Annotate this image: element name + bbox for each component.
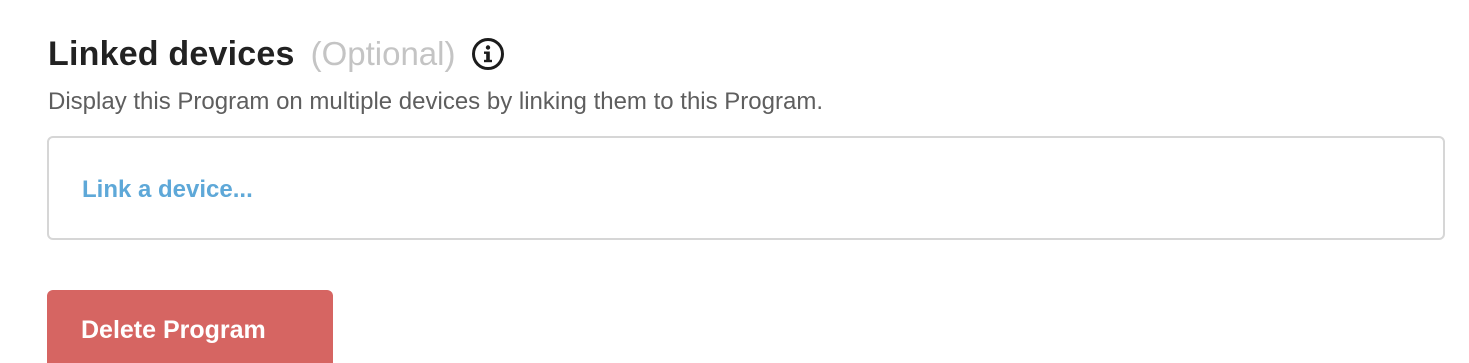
- delete-program-button[interactable]: Delete Program: [47, 290, 333, 363]
- section-title: Linked devices: [48, 34, 295, 73]
- optional-label: (Optional): [310, 35, 456, 72]
- section-description: Display this Program on multiple devices…: [48, 88, 823, 115]
- info-circle-icon: [472, 38, 505, 70]
- section-heading: Linked devices (Optional): [48, 30, 505, 78]
- delete-program-label: Delete Program: [81, 316, 266, 344]
- linked-devices-section: Linked devices (Optional) Display this P…: [0, 0, 1469, 363]
- linked-devices-box: Link a device...: [47, 136, 1445, 240]
- link-device-link[interactable]: Link a device...: [82, 176, 253, 204]
- info-icon[interactable]: [471, 37, 505, 71]
